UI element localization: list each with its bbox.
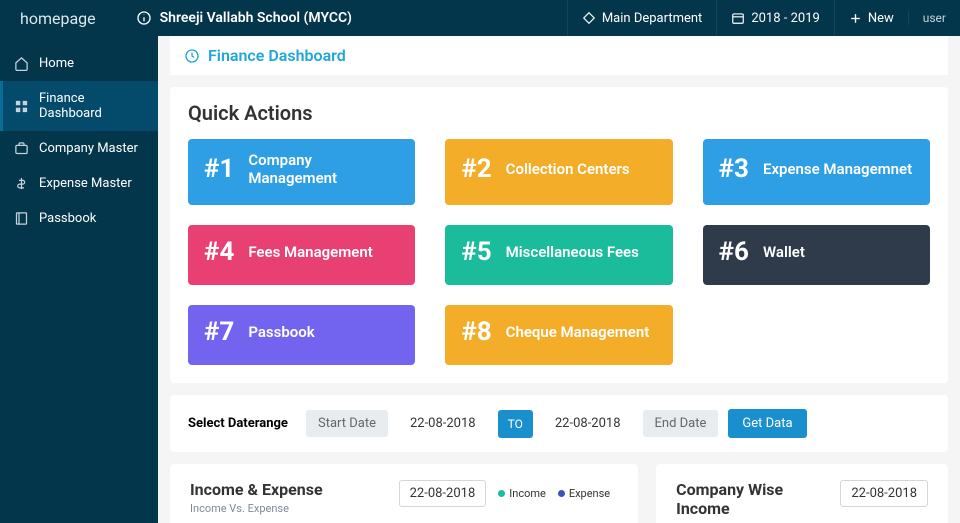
dept-icon xyxy=(582,11,596,25)
plus-icon xyxy=(849,12,862,25)
sidebar-item-label: Passbook xyxy=(39,211,96,226)
briefcase-icon xyxy=(14,141,29,156)
tile-company-management[interactable]: #1Company Management xyxy=(188,139,415,205)
tile-passbook[interactable]: #7Passbook xyxy=(188,305,415,365)
end-date-label: End Date xyxy=(643,410,719,437)
dashboard-icon xyxy=(184,48,200,64)
tile-cheque-management[interactable]: #8Cheque Management xyxy=(445,305,672,365)
main-content: Finance Dashboard Quick Actions #1Compan… xyxy=(158,36,960,523)
sidebar-item-expense-master[interactable]: Expense Master xyxy=(0,166,158,201)
get-data-button[interactable]: Get Data xyxy=(728,409,806,438)
tile-fees-management[interactable]: #4Fees Management xyxy=(188,225,415,285)
quick-actions-card: Quick Actions #1Company Management #2Col… xyxy=(170,87,948,383)
user-menu[interactable]: user xyxy=(908,11,960,25)
income-expense-chart-card: Income & Expense Income Vs. Expense 22-0… xyxy=(170,464,638,523)
department-selector[interactable]: Main Department xyxy=(567,0,716,36)
info-icon xyxy=(136,10,152,26)
quick-actions-title: Quick Actions xyxy=(188,101,930,125)
year-selector[interactable]: 2018 - 2019 xyxy=(716,0,834,36)
tile-collection-centers[interactable]: #2Collection Centers xyxy=(445,139,672,205)
new-button[interactable]: New xyxy=(834,0,908,36)
chart-title: Income & Expense xyxy=(190,480,323,499)
chart-date-input[interactable]: 22-08-2018 xyxy=(399,480,487,507)
home-icon xyxy=(14,56,29,71)
chart-legend: Income Expense xyxy=(498,487,610,500)
company-income-chart-card: Company Wise Income 22-08-2018 xyxy=(656,464,948,523)
topbar: homepage Shreeji Vallabh School (MYCC) M… xyxy=(0,0,960,36)
start-date-input[interactable]: 22-08-2018 xyxy=(398,410,488,437)
sidebar-item-home[interactable]: Home xyxy=(0,46,158,81)
daterange-card: Select Daterange Start Date 22-08-2018 T… xyxy=(170,395,948,452)
sidebar-item-label: Company Master xyxy=(39,141,138,156)
tile-misc-fees[interactable]: #5Miscellaneous Fees xyxy=(445,225,672,285)
sidebar-item-finance-dashboard[interactable]: Finance Dashboard xyxy=(0,81,158,131)
grid-icon xyxy=(14,99,29,114)
tile-expense-management[interactable]: #3Expense Managemnet xyxy=(703,139,930,205)
start-date-label: Start Date xyxy=(306,410,388,437)
chart-title: Company Wise Income xyxy=(676,480,796,518)
brand-logo[interactable]: homepage xyxy=(20,9,96,28)
school-name: Shreeji Vallabh School (MYCC) xyxy=(160,10,352,26)
sidebar-item-label: Home xyxy=(39,56,74,71)
book-icon xyxy=(14,211,29,226)
chart-date-input[interactable]: 22-08-2018 xyxy=(840,480,928,507)
daterange-label: Select Daterange xyxy=(188,416,288,431)
to-label: TO xyxy=(498,410,533,438)
page-title-bar: Finance Dashboard xyxy=(170,36,948,75)
end-date-input[interactable]: 22-08-2018 xyxy=(543,410,633,437)
sidebar: Home Finance Dashboard Company Master Ex… xyxy=(0,36,158,523)
sidebar-item-label: Expense Master xyxy=(39,176,132,191)
sidebar-item-company-master[interactable]: Company Master xyxy=(0,131,158,166)
calendar-icon xyxy=(731,11,745,25)
tiles-grid: #1Company Management #2Collection Center… xyxy=(188,139,930,365)
dollar-icon xyxy=(14,176,29,191)
chart-subtitle: Income Vs. Expense xyxy=(190,502,323,515)
tile-wallet[interactable]: #6Wallet xyxy=(703,225,930,285)
sidebar-item-label: Finance Dashboard xyxy=(39,91,144,121)
sidebar-item-passbook[interactable]: Passbook xyxy=(0,201,158,236)
page-title: Finance Dashboard xyxy=(208,46,346,65)
school-selector[interactable]: Shreeji Vallabh School (MYCC) xyxy=(136,10,352,26)
